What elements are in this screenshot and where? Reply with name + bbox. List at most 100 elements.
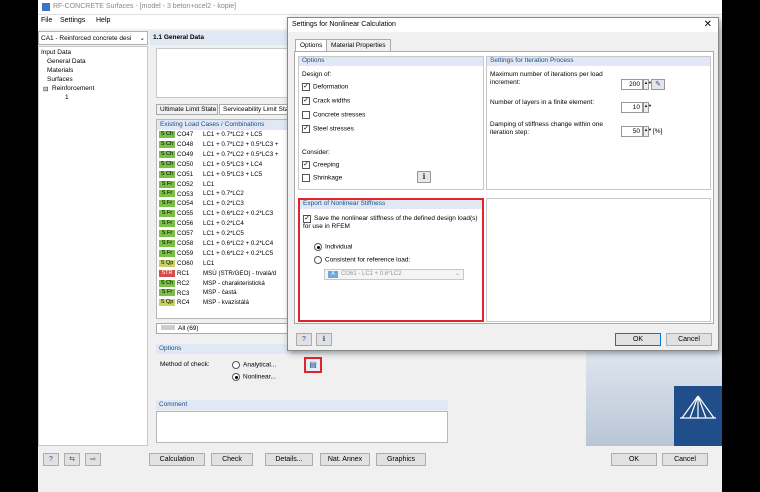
load-case-id: CO59	[177, 249, 194, 257]
method-of-check-label: Method of check:	[160, 361, 210, 368]
reference-load-select[interactable]: A CO61 - LC1 + 0.6*LC2 ⌄	[324, 269, 464, 280]
tab-ultimate-limit-state[interactable]: Ultimate Limit State	[156, 104, 218, 115]
load-cases-list: Existing Load Cases / Combinations S Ch C…	[156, 119, 292, 319]
menu-help[interactable]: Help	[96, 17, 110, 24]
help-icon[interactable]: ?	[43, 453, 59, 466]
graphics-button[interactable]: Graphics	[376, 453, 426, 466]
load-case-row[interactable]: S Ch CO47 LC1 + 0.7*LC2 + LC5	[159, 131, 262, 140]
max-iterations-input[interactable]: 200	[621, 79, 643, 90]
load-case-id: CO50	[177, 160, 194, 168]
iteration-panel-header: Settings for Iteration Process	[487, 57, 710, 66]
load-case-type-badge: S Ch	[159, 131, 175, 138]
design-of-label: Design of:	[302, 71, 332, 78]
close-icon[interactable]: ✕	[704, 19, 712, 30]
dialog-ok-button[interactable]: OK	[615, 333, 661, 346]
load-case-description: LC1 + 0.2*LC5	[203, 230, 244, 238]
tree-item-surfaces[interactable]: Surfaces	[47, 76, 73, 83]
calculation-button[interactable]: Calculation	[149, 453, 205, 466]
tree-root-input-data[interactable]: Input Data	[41, 49, 71, 56]
load-case-description: MSP - kvazistálá	[203, 299, 249, 307]
tab-material-properties[interactable]: Material Properties	[326, 39, 391, 51]
load-case-description: LC1 + 0.7*LC2 + 0.5*LC3 +	[203, 150, 279, 158]
print-icon[interactable]: ⇨	[85, 453, 101, 466]
dialog-info-icon[interactable]: ℹ	[316, 333, 332, 346]
shrinkage-checkbox[interactable]: Shrinkage	[302, 174, 342, 182]
load-case-id: CO60	[177, 259, 194, 267]
load-case-row[interactable]: S Fr CO53 LC1 + 0.7*LC2	[159, 190, 244, 199]
load-case-row[interactable]: S Fr CO54 LC1 + 0.2*LC3	[159, 200, 244, 209]
load-cases-header: Existing Load Cases / Combinations	[157, 120, 291, 130]
load-case-row[interactable]: S Ch CO51 LC1 + 0.5*LC3 + LC5	[159, 170, 262, 180]
nat-annex-button[interactable]: Nat. Annex	[320, 453, 370, 466]
load-case-row[interactable]: S Fr CO55 LC1 + 0.6*LC2 + 0.2*LC3	[159, 210, 273, 219]
load-case-row[interactable]: S Fr CO57 LC1 + 0.2*LC5	[159, 230, 244, 239]
load-case-id: CO49	[177, 150, 194, 158]
layers-spinner[interactable]: ▲▼	[643, 102, 652, 113]
creeping-checkbox[interactable]: ✓ Creeping	[302, 161, 339, 169]
load-case-row[interactable]: S Fr CO59 LC1 + 0.6*LC2 + 0.2*LC5	[159, 249, 273, 259]
load-case-row[interactable]: S Fr CO52 LC1	[159, 180, 214, 190]
cancel-button[interactable]: Cancel	[662, 453, 708, 466]
dialog-title: Settings for Nonlinear Calculation	[292, 21, 396, 28]
dialog-help-icon[interactable]: ?	[296, 333, 312, 346]
export-icon[interactable]: ⇆	[64, 453, 80, 466]
empty-panel	[486, 198, 711, 322]
case-selector[interactable]: CA1 - Reinforced concrete desi ⌄	[38, 31, 148, 45]
analytical-radio[interactable]: Analytical...	[232, 361, 276, 369]
dialog-cancel-button[interactable]: Cancel	[666, 333, 712, 346]
menu-file[interactable]: File	[41, 17, 52, 24]
menu-settings[interactable]: Settings	[60, 17, 85, 24]
tree-item-reinforcement[interactable]: Reinforcement	[52, 85, 94, 92]
tab-options[interactable]: Options	[295, 39, 328, 51]
load-case-row[interactable]: S Fr CO58 LC1 + 0.6*LC2 + 0.2*LC4	[159, 239, 273, 249]
load-case-type-badge: STR	[159, 269, 175, 277]
check-button[interactable]: Check	[211, 453, 253, 466]
damping-unit: [%]	[653, 128, 663, 135]
individual-radio[interactable]: Individual	[314, 243, 352, 251]
edit-icon[interactable]: ✎	[651, 79, 665, 90]
damping-spinner[interactable]: ▲▼	[643, 126, 652, 137]
load-case-row[interactable]: STR RC1 MSÚ (STR/GEO) - trvalá/d	[159, 269, 276, 279]
load-case-row[interactable]: S Ch RC2 MSP - charakteristická	[159, 279, 265, 289]
load-case-row[interactable]: S Ch CO48 LC1 + 0.7*LC2 + 0.5*LC3 +	[159, 140, 279, 150]
chevron-down-icon: ⌄	[454, 271, 460, 277]
steel-stresses-checkbox[interactable]: ✓ Steel stresses	[302, 125, 354, 133]
info-icon[interactable]: ℹ	[417, 171, 431, 183]
load-case-row[interactable]: S Fr RC3 MSP - častá	[159, 289, 237, 298]
deformation-checkbox[interactable]: ✓ Deformation	[302, 83, 348, 91]
load-case-description: MSP - charakteristická	[203, 279, 265, 287]
program-logo-image	[586, 350, 722, 446]
load-case-type-badge: S Fr	[159, 190, 175, 198]
load-case-id: CO54	[177, 200, 194, 208]
load-case-type-badge: S Ch	[159, 150, 175, 158]
details-button[interactable]: Details...	[265, 453, 313, 466]
load-case-row[interactable]: S Qp RC4 MSP - kvazistálá	[159, 299, 249, 308]
load-case-id: RC1	[177, 269, 190, 277]
tree-expander-icon[interactable]: ⊟	[43, 85, 48, 93]
consistent-radio[interactable]: Consistent for reference load:	[314, 256, 410, 264]
crack-widths-checkbox[interactable]: ✓ Crack widths	[302, 97, 350, 105]
nonlinear-radio[interactable]: Nonlinear...	[232, 373, 276, 381]
save-stiffness-checkbox[interactable]: ✓ Save the nonlinear stiffness of the def…	[303, 215, 479, 231]
load-case-row[interactable]: S Ch CO49 LC1 + 0.7*LC2 + 0.5*LC3 +	[159, 150, 279, 160]
load-case-row[interactable]: S Fr CO56 LC1 + 0.2*LC4	[159, 220, 244, 229]
load-case-row[interactable]: S Qp CO60 LC1	[159, 259, 214, 269]
layers-input[interactable]: 10	[621, 102, 643, 113]
nonlinear-settings-icon[interactable]: ▤	[304, 357, 322, 373]
tree-item-materials[interactable]: Materials	[47, 67, 73, 74]
concrete-stresses-checkbox[interactable]: Concrete stresses	[302, 111, 365, 119]
tab-serviceability-limit-state[interactable]: Serviceability Limit State	[219, 104, 289, 115]
load-case-id: CO52	[177, 180, 194, 188]
load-case-id: CO47	[177, 131, 194, 139]
load-case-row[interactable]: S Ch CO50 LC1 + 0.5*LC3 + LC4	[159, 160, 262, 170]
tree-item-reinforcement-1[interactable]: 1	[65, 94, 69, 101]
damping-input[interactable]: 50	[621, 126, 643, 137]
tree-item-general-data[interactable]: General Data	[47, 58, 86, 65]
load-case-description: MSP - častá	[203, 289, 237, 297]
load-case-description: LC1 + 0.7*LC2 + 0.5*LC3 +	[203, 141, 279, 149]
max-iterations-spinner[interactable]: ▲▼	[643, 79, 652, 90]
damping-label: Damping of stiffness change within one i…	[490, 121, 603, 136]
comment-input[interactable]	[156, 411, 448, 443]
ok-button[interactable]: OK	[611, 453, 657, 466]
load-case-id: CO51	[177, 170, 194, 178]
